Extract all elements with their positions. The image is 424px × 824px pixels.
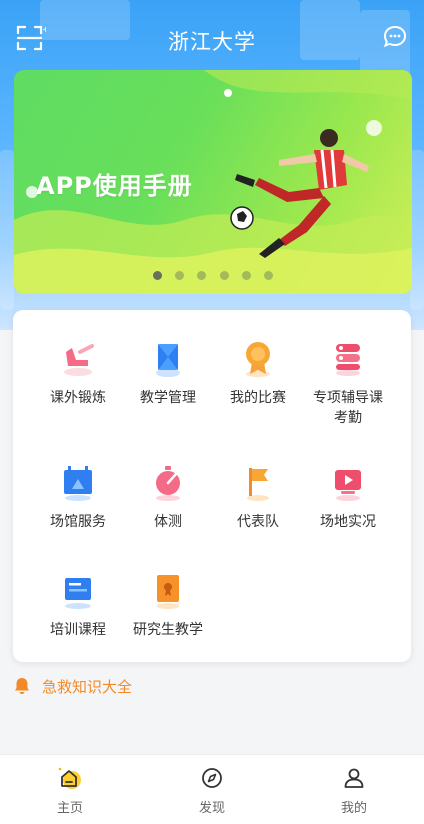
tab-home[interactable]: 主页 <box>20 765 120 816</box>
function-grid: 课外锻炼 教学管理 我的比赛 专项辅导课 考勤 场馆服务 体测 代表队 场地实况… <box>13 310 411 662</box>
chat-icon <box>383 25 407 48</box>
fitness-test-icon <box>148 462 188 502</box>
app-header: + 浙江大学 <box>0 0 424 70</box>
carousel-dot[interactable] <box>153 271 163 280</box>
menu-item-extracurricular-exercise[interactable]: 课外锻炼 <box>33 338 123 408</box>
first-aid-link[interactable]: 急救知识大全 <box>14 674 132 698</box>
carousel-dot[interactable] <box>263 271 273 280</box>
compass-icon <box>199 765 225 791</box>
training-icon <box>58 338 98 378</box>
teaching-icon <box>148 338 188 378</box>
menu-item-label: 课外锻炼 <box>50 390 106 406</box>
bottom-tab-bar: 主页 发现 我的 <box>0 754 424 824</box>
flag-icon <box>238 462 278 502</box>
page-title: 浙江大学 <box>168 30 256 54</box>
venue-icon <box>58 462 98 502</box>
menu-item-label: 场馆服务 <box>50 514 106 530</box>
carousel-dot[interactable] <box>175 271 185 280</box>
menu-item-venue-services[interactable]: 场馆服务 <box>33 462 123 532</box>
menu-item-fitness-test[interactable]: 体测 <box>123 462 213 532</box>
menu-item-label: 教学管理 <box>140 390 196 406</box>
menu-item-label: 我的比赛 <box>230 390 286 406</box>
banner-title: APP使用手册 <box>36 172 193 200</box>
tab-discover[interactable]: 发现 <box>162 765 262 816</box>
menu-item-label: 研究生教学 <box>133 622 203 638</box>
menu-item-label: 体测 <box>154 514 182 530</box>
menu-item-graduate-teaching[interactable]: 研究生教学 <box>123 570 213 640</box>
menu-item-representative-team[interactable]: 代表队 <box>213 462 303 532</box>
graduate-icon <box>148 570 188 610</box>
first-aid-label: 急救知识大全 <box>42 677 133 696</box>
carousel-dot[interactable] <box>197 271 207 280</box>
tab-label: 发现 <box>198 801 225 816</box>
tab-label: 主页 <box>56 801 83 816</box>
banner-carousel[interactable]: APP使用手册 <box>14 70 412 294</box>
carousel-dot[interactable] <box>219 271 229 280</box>
bell-icon <box>15 678 29 694</box>
menu-item-label: 专项辅导课 考勤 <box>313 390 383 426</box>
profile-icon <box>341 765 367 791</box>
home-icon <box>57 765 83 791</box>
carousel-dot[interactable] <box>241 271 251 280</box>
medal-icon <box>238 338 278 378</box>
menu-item-my-competitions[interactable]: 我的比赛 <box>213 338 303 408</box>
tab-label: 我的 <box>340 801 367 816</box>
menu-item-label: 培训课程 <box>50 622 106 638</box>
course-icon <box>58 570 98 610</box>
menu-item-teaching-management[interactable]: 教学管理 <box>123 338 213 408</box>
menu-item-label: 场地实况 <box>320 514 376 530</box>
menu-item-training-courses[interactable]: 培训课程 <box>33 570 123 640</box>
video-icon <box>328 462 368 502</box>
menu-item-label: 代表队 <box>237 514 279 530</box>
tab-profile[interactable]: 我的 <box>304 765 404 816</box>
carousel-dots <box>14 265 412 284</box>
menu-item-venue-live[interactable]: 场地实况 <box>303 462 393 532</box>
attendance-icon <box>328 338 368 378</box>
message-button[interactable] <box>382 24 408 50</box>
menu-item-special-tutoring-attendance[interactable]: 专项辅导课 考勤 <box>303 338 393 428</box>
